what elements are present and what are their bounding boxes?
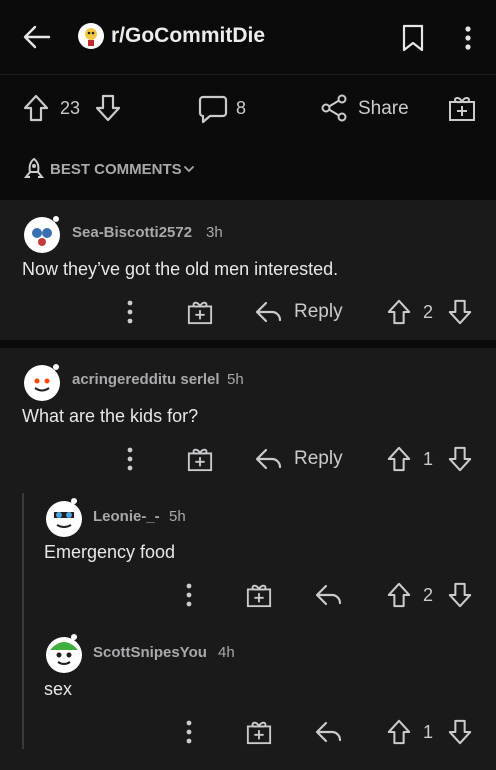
comment-username[interactable]: acringeredditu serlel: [72, 371, 220, 388]
reply-icon[interactable]: [315, 720, 343, 744]
downvote-icon[interactable]: [94, 94, 122, 122]
share-icon[interactable]: [320, 94, 348, 122]
vote-count: 2: [423, 585, 434, 605]
award-icon[interactable]: [187, 299, 213, 325]
more-options-icon[interactable]: [179, 718, 199, 746]
comment-username[interactable]: ScottSnipesYou: [93, 644, 207, 661]
avatar[interactable]: [44, 498, 84, 538]
reply-icon[interactable]: [255, 300, 283, 324]
comment-text: sex: [44, 679, 73, 699]
thread-line[interactable]: [22, 493, 24, 749]
avatar[interactable]: [44, 634, 84, 674]
vote-count: 2: [423, 302, 434, 322]
bookmark-icon[interactable]: [401, 24, 425, 52]
upvote-icon[interactable]: [386, 582, 412, 608]
downvote-icon[interactable]: [447, 446, 473, 472]
subreddit-name[interactable]: r/GoCommitDie: [111, 24, 265, 48]
upvote-icon[interactable]: [386, 299, 412, 325]
back-arrow-icon[interactable]: [22, 22, 52, 52]
sort-label[interactable]: BEST COMMENTS: [50, 161, 182, 178]
vote-count: 1: [423, 449, 434, 469]
downvote-icon[interactable]: [447, 299, 473, 325]
downvote-icon[interactable]: [447, 719, 473, 745]
rocket-icon: [22, 157, 46, 181]
more-options-icon[interactable]: [458, 24, 478, 52]
upvote-icon[interactable]: [22, 94, 50, 122]
comment-text: Now they’ve got the old men interested.: [22, 259, 339, 279]
comment-age: 3h: [206, 224, 223, 241]
comment-age: 4h: [218, 644, 235, 661]
comment-icon[interactable]: [198, 94, 228, 124]
subreddit-icon[interactable]: [77, 22, 105, 50]
comment-count: 8: [236, 98, 247, 118]
more-options-icon[interactable]: [179, 581, 199, 609]
award-icon[interactable]: [448, 94, 476, 122]
avatar[interactable]: [22, 362, 62, 402]
chevron-down-icon[interactable]: [182, 162, 196, 176]
avatar[interactable]: [22, 214, 62, 254]
comment-text: What are the kids for?: [22, 406, 199, 426]
comment-username[interactable]: Leonie-_-: [93, 508, 160, 525]
upvote-count: 23: [60, 98, 81, 118]
award-icon[interactable]: [187, 446, 213, 472]
reply-icon[interactable]: [255, 447, 283, 471]
vote-count: 1: [423, 722, 434, 742]
award-icon[interactable]: [246, 719, 272, 745]
reply-label[interactable]: Reply: [294, 301, 343, 323]
more-options-icon[interactable]: [120, 298, 140, 326]
share-label[interactable]: Share: [358, 98, 409, 120]
more-options-icon[interactable]: [120, 445, 140, 473]
reply-icon[interactable]: [315, 583, 343, 607]
comment-text: Emergency food: [44, 542, 176, 562]
comment-age: 5h: [227, 371, 244, 388]
comment-age: 5h: [169, 508, 186, 525]
downvote-icon[interactable]: [447, 582, 473, 608]
upvote-icon[interactable]: [386, 719, 412, 745]
upvote-icon[interactable]: [386, 446, 412, 472]
comment-username[interactable]: Sea-Biscotti2572: [72, 224, 192, 241]
reply-label[interactable]: Reply: [294, 448, 343, 470]
award-icon[interactable]: [246, 582, 272, 608]
